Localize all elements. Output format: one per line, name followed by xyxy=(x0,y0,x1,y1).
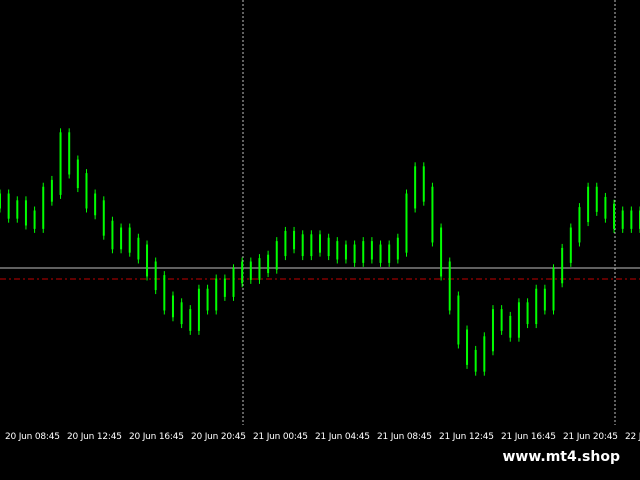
time-axis-tick-label: 21 Jun 00:45 xyxy=(253,432,308,442)
time-axis-tick-label: 21 Jun 08:45 xyxy=(377,432,432,442)
time-axis-tick-label: 21 Jun 12:45 xyxy=(439,432,494,442)
time-axis-tick-label: 20 Jun 12:45 xyxy=(67,432,122,442)
price-chart[interactable] xyxy=(0,0,640,450)
time-axis-tick-label: 20 Jun 16:45 xyxy=(129,432,184,442)
watermark-label: www.mt4.shop xyxy=(494,446,628,468)
time-axis-tick-label: 21 Jun 20:45 xyxy=(563,432,618,442)
time-axis-tick-label: 21 Jun 16:45 xyxy=(501,432,556,442)
time-axis-tick-label: 21 Jun 04:45 xyxy=(315,432,370,442)
time-axis-tick-label: 20 Jun 08:45 xyxy=(5,432,60,442)
time-axis-tick-label: 22 Jun xyxy=(625,432,640,442)
time-axis-tick-label: 20 Jun 20:45 xyxy=(191,432,246,442)
chart-window[interactable]: 20 Jun 08:45 20 Jun 12:45 20 Jun 16:45 20 J… xyxy=(0,0,640,480)
